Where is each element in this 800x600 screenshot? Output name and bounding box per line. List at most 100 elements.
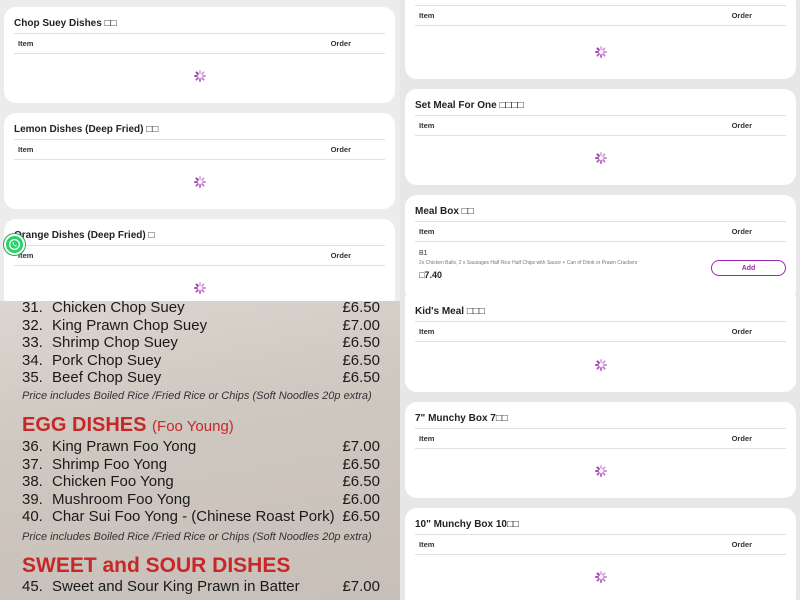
menu-photo-row: 31. Chicken Chop Suey £6.50 — [22, 301, 380, 316]
category-card-set-meal: Set Meal For One □□□□ Item Order — [405, 89, 796, 185]
column-item: Item — [419, 227, 435, 236]
category-card-meal-box: Meal Box □□ Item Order B1 2x Chicken Bal… — [405, 195, 796, 301]
category-title: 10" Munchy Box 10□□ — [415, 519, 520, 530]
menu-item-name: Sweet and Sour King Prawn in Batter — [52, 578, 300, 595]
menu-photo-row: 39. Mushroom Foo Yong £6.00 — [22, 491, 380, 508]
menu-item-number: 40. — [22, 508, 43, 525]
menu-item-price: £7.00 — [342, 316, 380, 334]
menu-item-name: Chicken Chop Suey — [52, 301, 185, 316]
column-item: Item — [419, 11, 435, 20]
menu-item-name: King Prawn Chop Suey — [52, 316, 208, 334]
loading-spinner-icon — [594, 46, 607, 58]
menu-item-price: £7.00 — [342, 578, 380, 595]
column-order: Order — [330, 39, 351, 48]
menu-photo-row: 32. King Prawn Chop Suey £7.00 — [22, 317, 380, 334]
loading-spinner-icon — [594, 359, 607, 371]
category-card-orange: Orange Dishes (Deep Fried) □ Item Order — [4, 219, 395, 309]
menu-item-name: Shrimp Chop Suey — [52, 334, 178, 351]
menu-note: Price includes Boiled Rice /Fried Rice o… — [22, 531, 372, 543]
menu-item-number: 31. — [22, 301, 43, 316]
menu-photo-row: 33. Shrimp Chop Suey £6.50 — [22, 334, 380, 351]
egg-dishes-subtitle: (Foo Young) — [152, 418, 234, 435]
menu-item-number: 39. — [22, 490, 43, 508]
category-title: Chop Suey Dishes □□ — [14, 18, 117, 29]
menu-item-number: 36. — [22, 438, 43, 455]
category-title: 7" Munchy Box 7□□ — [415, 413, 508, 424]
table-header: Item Order — [415, 5, 786, 26]
table-header: Item Order — [14, 33, 385, 54]
sweet-sour-heading: SWEET and SOUR DISHES — [22, 554, 291, 577]
category-title: Orange Dishes (Deep Fried) □ — [14, 230, 155, 241]
table-header: Item Order — [415, 428, 786, 449]
loading-spinner-icon — [594, 571, 607, 583]
table-header: Item Order — [415, 321, 786, 342]
category-card-7-munchy: 7" Munchy Box 7□□ Item Order — [405, 402, 796, 498]
loading-spinner-icon — [594, 152, 607, 164]
menu-item-name: Shrimp Foo Yong — [52, 455, 168, 473]
menu-item-price: £6.50 — [342, 334, 380, 351]
menu-photo-row: 45. Sweet and Sour King Prawn in Batter £7… — [22, 578, 380, 595]
loading-spinner-icon — [193, 70, 206, 82]
menu-item-price: £6.00 — [342, 490, 380, 508]
category-card-chop-suey: Chop Suey Dishes □□ Item Order — [4, 7, 395, 103]
column-item: Item — [18, 39, 34, 48]
column-order: Order — [731, 540, 752, 549]
menu-photo-row: 35. Beef Chop Suey £6.50 — [22, 369, 380, 386]
category-card-top: Item Order — [405, 0, 796, 79]
menu-item-number: 37. — [22, 455, 43, 473]
loading-spinner-icon — [193, 282, 206, 294]
menu-item-name: Chicken Foo Yong — [52, 473, 174, 490]
column-item: Item — [419, 434, 435, 443]
menu-item-number: 34. — [22, 351, 43, 369]
menu-item-row: B1 2x Chicken Balls, 2 x Sausages Half R… — [415, 242, 786, 288]
menu-item-price: £6.50 — [342, 369, 380, 386]
menu-item-price: £6.50 — [342, 301, 380, 316]
menu-photo-row: 34. Pork Chop Suey £6.50 — [22, 352, 380, 369]
menu-item-number: 45. — [22, 578, 43, 595]
item-code: B1 — [419, 250, 428, 257]
loading-spinner-icon — [193, 176, 206, 188]
table-header: Item Order — [415, 115, 786, 136]
menu-photo-row: 36. King Prawn Foo Yong £7.00 — [22, 438, 380, 455]
category-title: Meal Box □□ — [415, 206, 474, 217]
column-order: Order — [330, 145, 351, 154]
table-header: Item Order — [14, 245, 385, 266]
whatsapp-chat-button[interactable] — [4, 234, 25, 255]
column-order: Order — [731, 434, 752, 443]
menu-photo-row: 38. Chicken Foo Yong £6.50 — [22, 473, 380, 490]
category-card-lemon: Lemon Dishes (Deep Fried) □□ Item Order — [4, 113, 395, 209]
menu-item-price: £6.50 — [342, 455, 380, 473]
menu-item-name: Pork Chop Suey — [52, 351, 162, 369]
menu-item-name: King Prawn Foo Yong — [52, 438, 197, 455]
column-order: Order — [731, 227, 752, 236]
add-button[interactable]: Add — [711, 260, 786, 276]
menu-item-number: 33. — [22, 334, 43, 351]
right-column: Item Order Set Meal For One □□□□ Item Or… — [400, 0, 800, 600]
menu-item-name: Mushroom Foo Yong — [52, 490, 191, 508]
table-header: Item Order — [415, 221, 786, 242]
category-card-10-munchy: 10" Munchy Box 10□□ Item Order — [405, 508, 796, 600]
column-item: Item — [419, 540, 435, 549]
menu-item-number: 32. — [22, 316, 43, 334]
category-title: Kid's Meal □□□ — [415, 306, 485, 317]
menu-photo-row: 40. Char Sui Foo Yong - (Chinese Roast Po… — [22, 508, 380, 525]
column-item: Item — [419, 327, 435, 336]
menu-item-number: 38. — [22, 473, 43, 490]
loading-spinner-icon — [594, 465, 607, 477]
table-header: Item Order — [14, 139, 385, 160]
category-title: Lemon Dishes (Deep Fried) □□ — [14, 124, 159, 135]
menu-item-number: 35. — [22, 369, 43, 386]
menu-item-price: £7.00 — [342, 438, 380, 455]
menu-item-price: £6.50 — [342, 508, 380, 525]
column-order: Order — [330, 251, 351, 260]
column-order: Order — [731, 327, 752, 336]
category-card-kids-meal: Kid's Meal □□□ Item Order — [405, 295, 796, 392]
item-description: 2x Chicken Balls, 2 x Sausages Half Rice… — [419, 260, 638, 266]
category-title: Set Meal For One □□□□ — [415, 100, 524, 111]
menu-item-name: Beef Chop Suey — [52, 369, 162, 386]
whatsapp-icon — [8, 238, 21, 251]
menu-photo-row: 37. Shrimp Foo Yong £6.50 — [22, 456, 380, 473]
menu-note: Price includes Boiled Rice /Fried Rice o… — [22, 390, 372, 402]
column-item: Item — [18, 145, 34, 154]
column-order: Order — [731, 121, 752, 130]
